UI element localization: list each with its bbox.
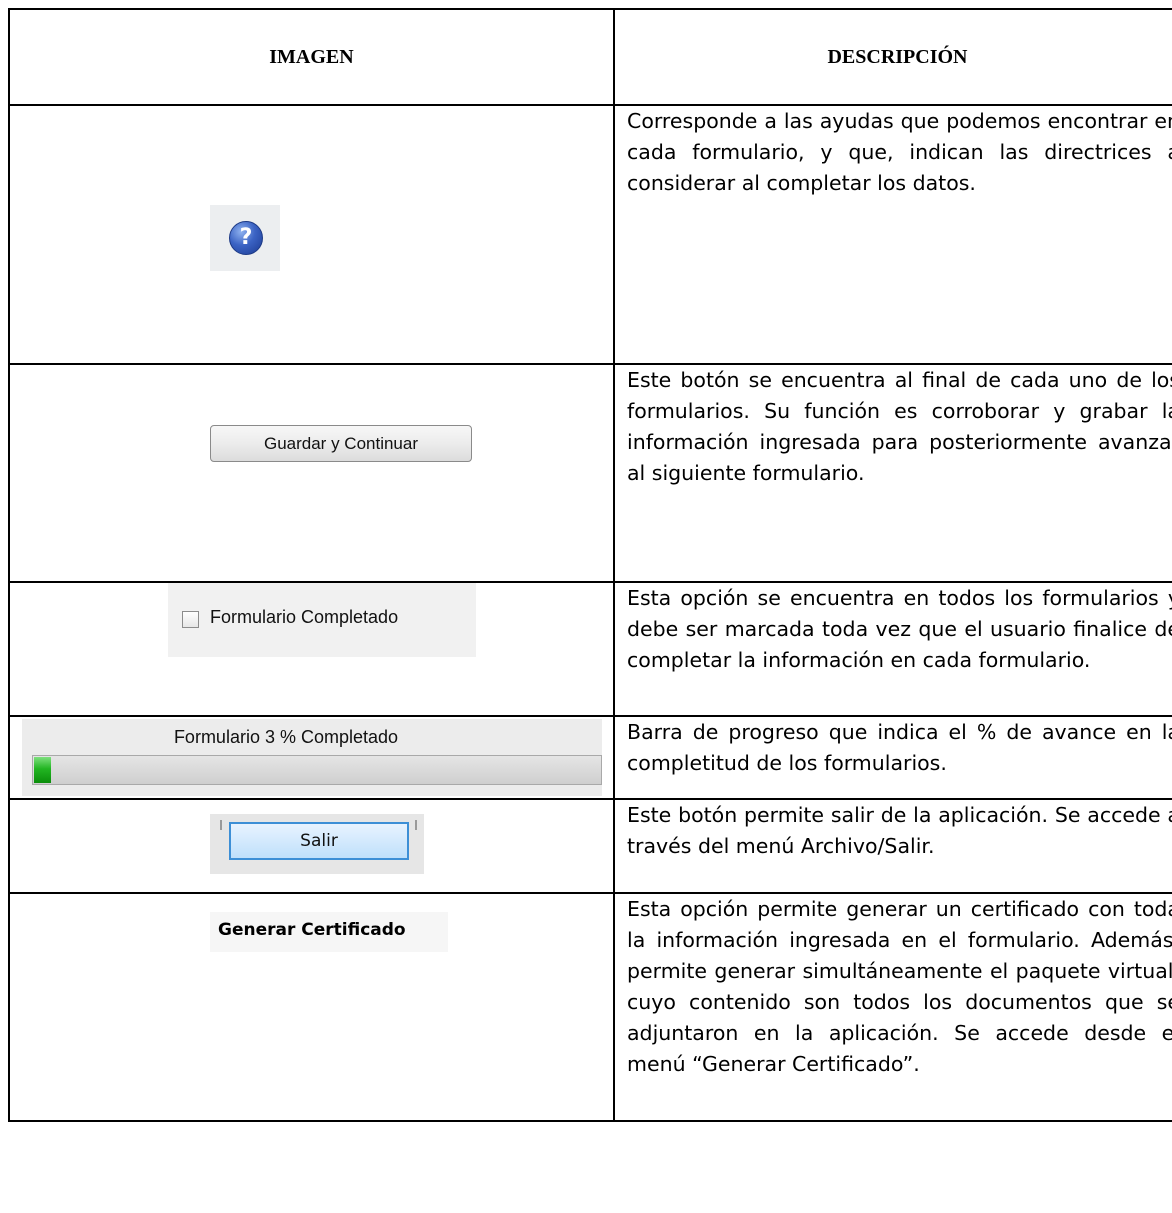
table-row: Generar Certificado Esta opción permite … bbox=[8, 892, 1172, 1122]
help-icon[interactable]: ? bbox=[229, 221, 263, 255]
form-completed-checkbox-sample: Formulario Completado bbox=[168, 583, 476, 657]
description-text: Esta opción permite generar un certifica… bbox=[627, 897, 1172, 1076]
description-cell: Corresponde a las ayudas que podemos enc… bbox=[613, 104, 1172, 365]
description-text: Este botón permite salir de la aplicació… bbox=[627, 803, 1172, 858]
exit-button[interactable]: Salir bbox=[229, 822, 409, 860]
image-description-table: IMAGEN DESCRIPCIÓN ? Corresponde a las a… bbox=[8, 8, 1172, 1122]
description-cell: Esta opción permite generar un certifica… bbox=[613, 892, 1172, 1122]
divider bbox=[220, 820, 222, 830]
exit-button-sample: Salir bbox=[210, 814, 424, 874]
image-cell: ? bbox=[8, 104, 615, 365]
progress-sample: Formulario 3 % Completado bbox=[22, 719, 602, 796]
description-cell: Barra de progreso que indica el % de ava… bbox=[613, 715, 1172, 800]
image-cell: Formulario Completado bbox=[8, 581, 615, 717]
table-row: Formulario 3 % Completado Barra de progr… bbox=[8, 715, 1172, 800]
table-row: Formulario Completado Esta opción se enc… bbox=[8, 581, 1172, 717]
description-text: Este botón se encuentra al final de cada… bbox=[627, 368, 1172, 485]
image-cell: Guardar y Continuar bbox=[8, 363, 615, 583]
table-header-row: IMAGEN DESCRIPCIÓN bbox=[8, 8, 1172, 106]
description-cell: Este botón se encuentra al final de cada… bbox=[613, 363, 1172, 583]
header-imagen: IMAGEN bbox=[8, 8, 615, 106]
image-cell: Salir bbox=[8, 798, 615, 894]
image-cell: Formulario 3 % Completado bbox=[8, 715, 615, 800]
generate-certificate-menu-item[interactable]: Generar Certificado bbox=[218, 920, 406, 940]
progress-bar bbox=[32, 755, 602, 785]
form-completed-checkbox[interactable] bbox=[182, 611, 199, 628]
save-and-continue-button[interactable]: Guardar y Continuar bbox=[210, 425, 472, 462]
checkbox-label: Formulario Completado bbox=[210, 607, 399, 627]
generate-certificate-sample: Generar Certificado bbox=[210, 912, 448, 952]
help-icon-sample: ? bbox=[210, 205, 280, 271]
progress-label: Formulario 3 % Completado bbox=[173, 727, 399, 747]
description-cell: Esta opción se encuentra en todos los fo… bbox=[613, 581, 1172, 717]
description-text: Barra de progreso que indica el % de ava… bbox=[627, 720, 1172, 775]
image-cell: Generar Certificado bbox=[8, 892, 615, 1122]
description-text: Esta opción se encuentra en todos los fo… bbox=[627, 586, 1172, 672]
description-text: Corresponde a las ayudas que podemos enc… bbox=[627, 109, 1172, 195]
description-cell: Este botón permite salir de la aplicació… bbox=[613, 798, 1172, 894]
header-descripcion: DESCRIPCIÓN bbox=[613, 8, 1172, 106]
divider bbox=[415, 820, 417, 830]
progress-fill bbox=[34, 757, 52, 783]
table-row: ? Corresponde a las ayudas que podemos e… bbox=[8, 104, 1172, 365]
table-row: Salir Este botón permite salir de la apl… bbox=[8, 798, 1172, 894]
table-row: Guardar y Continuar Este botón se encuen… bbox=[8, 363, 1172, 583]
